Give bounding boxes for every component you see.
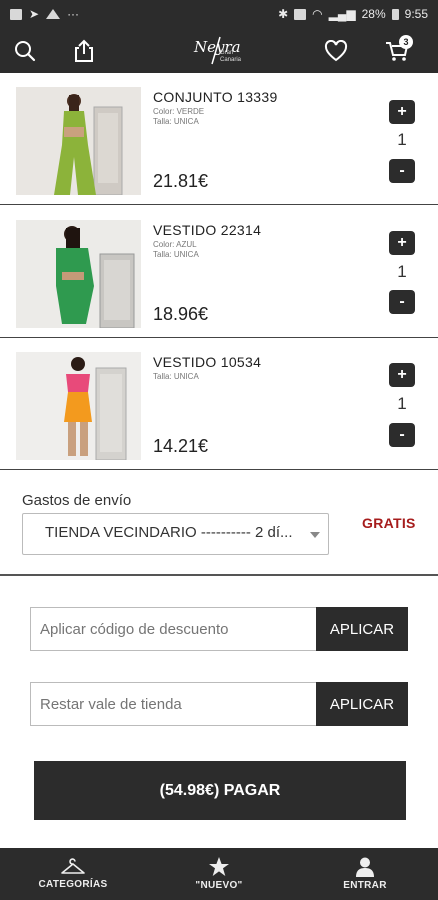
- cart-count-badge: 3: [399, 35, 413, 49]
- apply-discount-button[interactable]: APLICAR: [316, 607, 408, 651]
- search-icon: [15, 41, 36, 62]
- shipping-selected-value: TIENDA VECINDARIO ---------- 2 dí...: [45, 524, 293, 541]
- pay-button[interactable]: (54.98€) PAGAR: [34, 761, 406, 820]
- user-icon: [356, 857, 374, 877]
- shipping-label: Gastos de envío: [22, 492, 132, 509]
- cart-item: VESTIDO 10534 Talla: UNICA 14.21€ + 1 -: [0, 338, 438, 470]
- cart-button[interactable]: 3: [380, 34, 414, 68]
- nav-login-label: ENTRAR: [343, 880, 387, 891]
- product-image[interactable]: [16, 87, 141, 195]
- brand-logo[interactable]: Neyra Gran Canaria: [190, 36, 250, 66]
- shipping-cost: GRATIS: [362, 515, 416, 531]
- wifi-icon: ◠: [312, 7, 323, 21]
- voucher-row: APLICAR: [30, 682, 408, 726]
- cloud-icon: [46, 9, 61, 19]
- signal-icon: ▂▄▆: [328, 7, 356, 21]
- hanger-icon: [61, 858, 85, 874]
- product-name: CONJUNTO 13339: [153, 89, 278, 105]
- qty-value: 1: [397, 394, 407, 413]
- product-size: Talla: UNICA: [153, 372, 199, 381]
- discount-code-row: APLICAR: [30, 607, 408, 651]
- logo-subtitle: Gran Canaria: [220, 50, 242, 63]
- nav-login[interactable]: ENTRAR: [292, 848, 438, 900]
- wishlist-button[interactable]: [319, 34, 353, 68]
- more-icon: ···: [67, 7, 80, 21]
- cart-item: CONJUNTO 13339 Color: VERDE Talla: UNICA…: [0, 73, 438, 205]
- bluetooth-icon: ✱: [278, 7, 289, 21]
- clock: 9:55: [404, 7, 428, 21]
- search-button[interactable]: [8, 34, 42, 68]
- battery-icon: [391, 8, 399, 20]
- product-image[interactable]: [16, 352, 141, 460]
- battery-level: 28%: [361, 7, 386, 21]
- gallery-icon: [10, 8, 22, 20]
- decrease-qty-button[interactable]: -: [389, 290, 415, 314]
- bottom-nav: CATEGORÍAS "NUEVO" ENTRAR: [0, 848, 438, 900]
- nav-categories-label: CATEGORÍAS: [38, 879, 108, 890]
- decrease-qty-button[interactable]: -: [389, 159, 415, 183]
- chevron-down-icon: [310, 532, 320, 538]
- section-divider: [0, 574, 438, 576]
- qty-value: 1: [397, 262, 407, 281]
- heart-icon: [324, 40, 348, 62]
- product-price: 18.96€: [153, 304, 209, 324]
- qty-value: 1: [397, 130, 407, 149]
- star-icon: [209, 857, 229, 876]
- product-color: Color: AZUL: [153, 240, 197, 249]
- status-bar: ➤ ··· ✱ ◠ ▂▄▆ 28% 9:55: [0, 0, 438, 28]
- product-name: VESTIDO 22314: [153, 222, 262, 238]
- nav-new-label: "NUEVO": [195, 880, 243, 891]
- product-image[interactable]: [16, 220, 141, 328]
- shipping-select[interactable]: TIENDA VECINDARIO ---------- 2 dí...: [22, 513, 329, 555]
- nav-categories[interactable]: CATEGORÍAS: [0, 848, 146, 900]
- share-icon: [75, 39, 93, 62]
- increase-qty-button[interactable]: +: [389, 231, 415, 255]
- share-button[interactable]: [67, 34, 101, 68]
- nav-new[interactable]: "NUEVO": [146, 848, 292, 900]
- product-price: 21.81€: [153, 171, 209, 191]
- cart-item: VESTIDO 22314 Color: AZUL Talla: UNICA 1…: [0, 206, 438, 338]
- product-size: Talla: UNICA: [153, 250, 199, 259]
- increase-qty-button[interactable]: +: [389, 363, 415, 387]
- product-color: Color: VERDE: [153, 107, 205, 116]
- nfc-icon: [294, 8, 307, 20]
- increase-qty-button[interactable]: +: [389, 100, 415, 124]
- send-icon: ➤: [29, 7, 40, 21]
- discount-code-input[interactable]: [30, 607, 316, 651]
- product-name: VESTIDO 10534: [153, 354, 262, 370]
- product-size: Talla: UNICA: [153, 117, 199, 126]
- decrease-qty-button[interactable]: -: [389, 423, 415, 447]
- voucher-input[interactable]: [30, 682, 316, 726]
- top-bar: Neyra Gran Canaria 3: [0, 28, 438, 73]
- product-price: 14.21€: [153, 436, 209, 456]
- apply-voucher-button[interactable]: APLICAR: [316, 682, 408, 726]
